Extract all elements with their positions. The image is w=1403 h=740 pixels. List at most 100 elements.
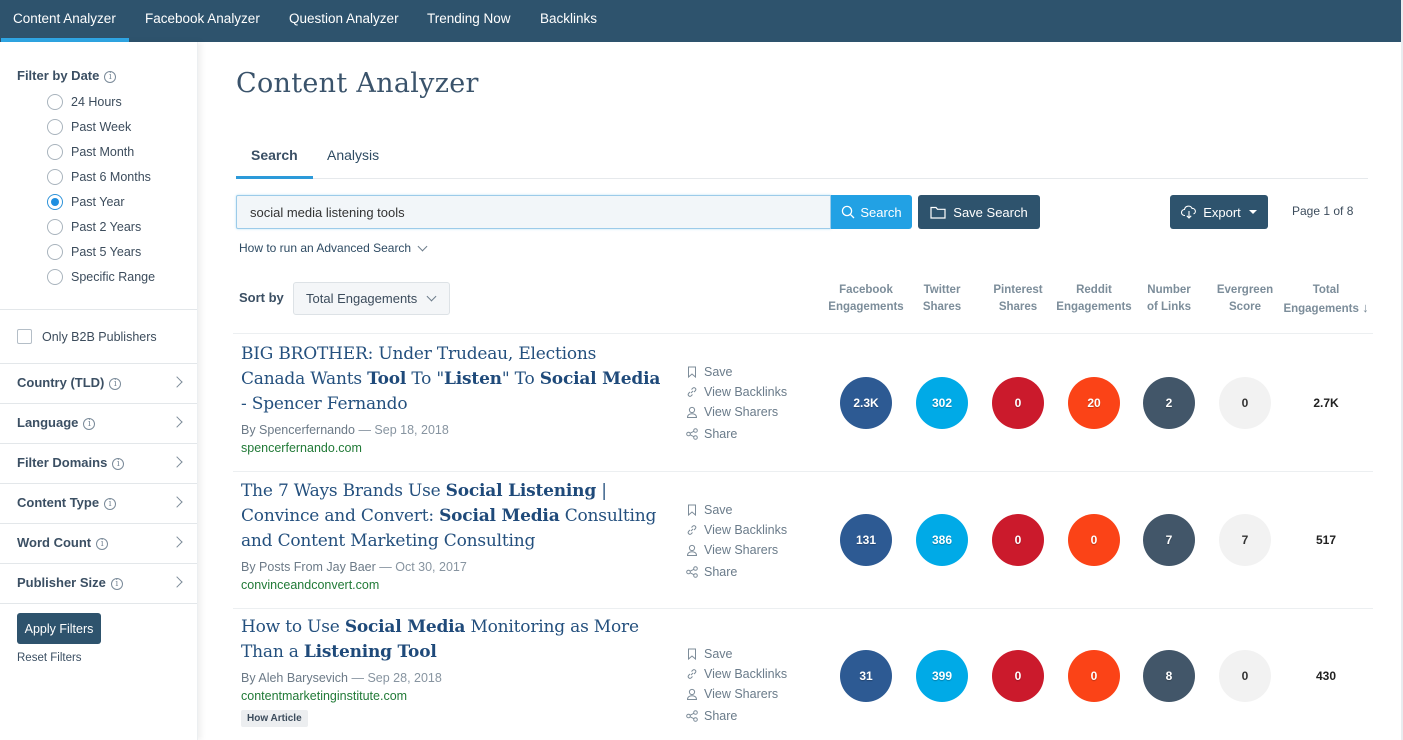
share-icon	[686, 428, 698, 440]
info-icon[interactable]: i	[96, 538, 109, 550]
radio-button[interactable]	[47, 219, 63, 235]
radio-button[interactable]	[47, 244, 63, 260]
filter-section-content-type[interactable]: Content Type i	[0, 483, 197, 523]
view-backlinks-action[interactable]: View Backlinks	[686, 520, 787, 540]
column-header-evergreen[interactable]: Evergreen Score	[1200, 282, 1290, 316]
view-sharers-action[interactable]: View Sharers	[686, 684, 787, 704]
radio-button[interactable]	[47, 194, 63, 210]
date-option-past-2-years[interactable]: Past 2 Years	[47, 217, 141, 237]
view-sharers-action[interactable]: View Sharers	[686, 540, 787, 560]
reset-filters-link[interactable]: Reset Filters	[17, 652, 82, 664]
export-label: Export	[1203, 204, 1241, 220]
tab-search[interactable]: Search	[251, 147, 298, 163]
info-icon[interactable]: i	[112, 458, 125, 470]
radio-button[interactable]	[47, 169, 63, 185]
share-action[interactable]: Share	[686, 562, 787, 582]
export-button[interactable]: Export	[1170, 195, 1268, 229]
radio-button[interactable]	[47, 269, 63, 285]
metric-facebook[interactable]: 131	[840, 514, 892, 566]
nav-tab-question-analyzer[interactable]: Question Analyzer	[289, 0, 399, 42]
result-title-link[interactable]: The 7 Ways Brands Use Social Listening |…	[241, 479, 661, 554]
date-option-24-hours[interactable]: 24 Hours	[47, 92, 122, 112]
nav-tab-facebook-analyzer[interactable]: Facebook Analyzer	[145, 0, 260, 42]
advanced-search-link[interactable]: How to run an Advanced Search	[239, 241, 428, 255]
filter-section-country-tld[interactable]: Country (TLD) i	[0, 363, 197, 403]
byline-separator: —	[354, 423, 375, 437]
nav-tab-trending-now[interactable]: Trending Now	[427, 0, 511, 42]
result-row: The 7 Ways Brands Use Social Listening |…	[241, 479, 1371, 609]
save-action[interactable]: Save	[686, 500, 787, 520]
search-input[interactable]	[236, 195, 831, 229]
b2b-publishers-checkbox-row[interactable]: Only B2B Publishers	[17, 329, 157, 344]
metric-pinterest[interactable]: 0	[992, 377, 1044, 429]
radio-button[interactable]	[47, 144, 63, 160]
metric-twitter[interactable]: 302	[916, 377, 968, 429]
chevron-right-icon	[171, 416, 183, 428]
share-action[interactable]: Share	[686, 706, 787, 726]
result-domain-link[interactable]: convinceandconvert.com	[241, 578, 379, 592]
title-keyword: Social Listening	[445, 481, 597, 501]
metric-facebook[interactable]: 31	[840, 650, 892, 702]
info-icon[interactable]: i	[104, 498, 117, 510]
metric-reddit[interactable]: 0	[1068, 514, 1120, 566]
metric-links[interactable]: 8	[1143, 650, 1195, 702]
filter-section-word-count[interactable]: Word Count i	[0, 523, 197, 563]
tab-analysis[interactable]: Analysis	[327, 147, 379, 163]
metric-evergreen[interactable]: 0	[1219, 650, 1271, 702]
metric-evergreen[interactable]: 7	[1219, 514, 1271, 566]
date-option-specific-range[interactable]: Specific Range	[47, 267, 155, 287]
sort-by-select[interactable]: Total Engagements	[293, 282, 450, 315]
result-author[interactable]: By Posts From Jay Baer	[241, 560, 376, 574]
save-search-button[interactable]: Save Search	[918, 195, 1040, 229]
apply-filters-button[interactable]: Apply Filters	[17, 613, 101, 644]
view-backlinks-action[interactable]: View Backlinks	[686, 382, 787, 402]
date-option-past-5-years[interactable]: Past 5 Years	[47, 242, 141, 262]
info-icon[interactable]: i	[110, 578, 123, 590]
radio-button[interactable]	[47, 94, 63, 110]
share-action[interactable]: Share	[686, 424, 787, 444]
result-domain-link[interactable]: spencerfernando.com	[241, 441, 362, 455]
metric-links[interactable]: 2	[1143, 377, 1195, 429]
date-option-past-6-months[interactable]: Past 6 Months	[47, 167, 151, 187]
result-author[interactable]: By Spencerfernando	[241, 423, 355, 437]
info-icon[interactable]: i	[104, 71, 117, 83]
save-action[interactable]: Save	[686, 362, 787, 382]
result-domain-link[interactable]: contentmarketinginstitute.com	[241, 689, 407, 703]
metric-value: 2	[1165, 396, 1173, 410]
date-option-past-year[interactable]: Past Year	[47, 192, 125, 212]
date-option-past-month[interactable]: Past Month	[47, 142, 134, 162]
action-label: Save	[704, 365, 733, 379]
nav-tab-content-analyzer[interactable]: Content Analyzer	[1, 0, 129, 42]
title-text: The 7 Ways Brands Use	[241, 481, 446, 501]
view-sharers-action[interactable]: View Sharers	[686, 402, 787, 422]
b2b-publishers-checkbox[interactable]	[17, 329, 32, 344]
metric-facebook[interactable]: 2.3K	[840, 377, 892, 429]
result-title-link[interactable]: BIG BROTHER: Under Trudeau, Elections Ca…	[241, 342, 661, 417]
column-header-total[interactable]: Total Engagements ↓	[1281, 282, 1371, 318]
metric-pinterest[interactable]: 0	[992, 650, 1044, 702]
filter-by-date-label: Filter by Date	[17, 68, 100, 83]
metric-evergreen[interactable]: 0	[1219, 377, 1271, 429]
info-icon[interactable]: i	[83, 418, 96, 430]
metric-pinterest[interactable]: 0	[992, 514, 1044, 566]
radio-button[interactable]	[47, 119, 63, 135]
metric-twitter[interactable]: 386	[916, 514, 968, 566]
metric-reddit[interactable]: 20	[1068, 377, 1120, 429]
filter-section-title: Word Count	[17, 535, 92, 550]
save-action[interactable]: Save	[686, 644, 787, 664]
metric-reddit[interactable]: 0	[1068, 650, 1120, 702]
info-icon[interactable]: i	[109, 378, 122, 390]
filter-section-publisher-size[interactable]: Publisher Size i	[0, 563, 197, 603]
filter-section-language[interactable]: Language i	[0, 403, 197, 443]
view-backlinks-action[interactable]: View Backlinks	[686, 664, 787, 684]
result-author[interactable]: By Aleh Barysevich	[241, 671, 348, 685]
metric-links[interactable]: 7	[1143, 514, 1195, 566]
result-title-link[interactable]: How to Use Social Media Monitoring as Mo…	[241, 615, 661, 665]
search-button[interactable]: Search	[831, 195, 912, 229]
metric-twitter[interactable]: 399	[916, 650, 968, 702]
metric-value: 517	[1315, 533, 1337, 547]
date-option-past-week[interactable]: Past Week	[47, 117, 131, 137]
nav-tab-backlinks[interactable]: Backlinks	[540, 0, 597, 42]
metric-value: 0	[1241, 669, 1249, 683]
filter-section-filter-domains[interactable]: Filter Domains i	[0, 443, 197, 483]
